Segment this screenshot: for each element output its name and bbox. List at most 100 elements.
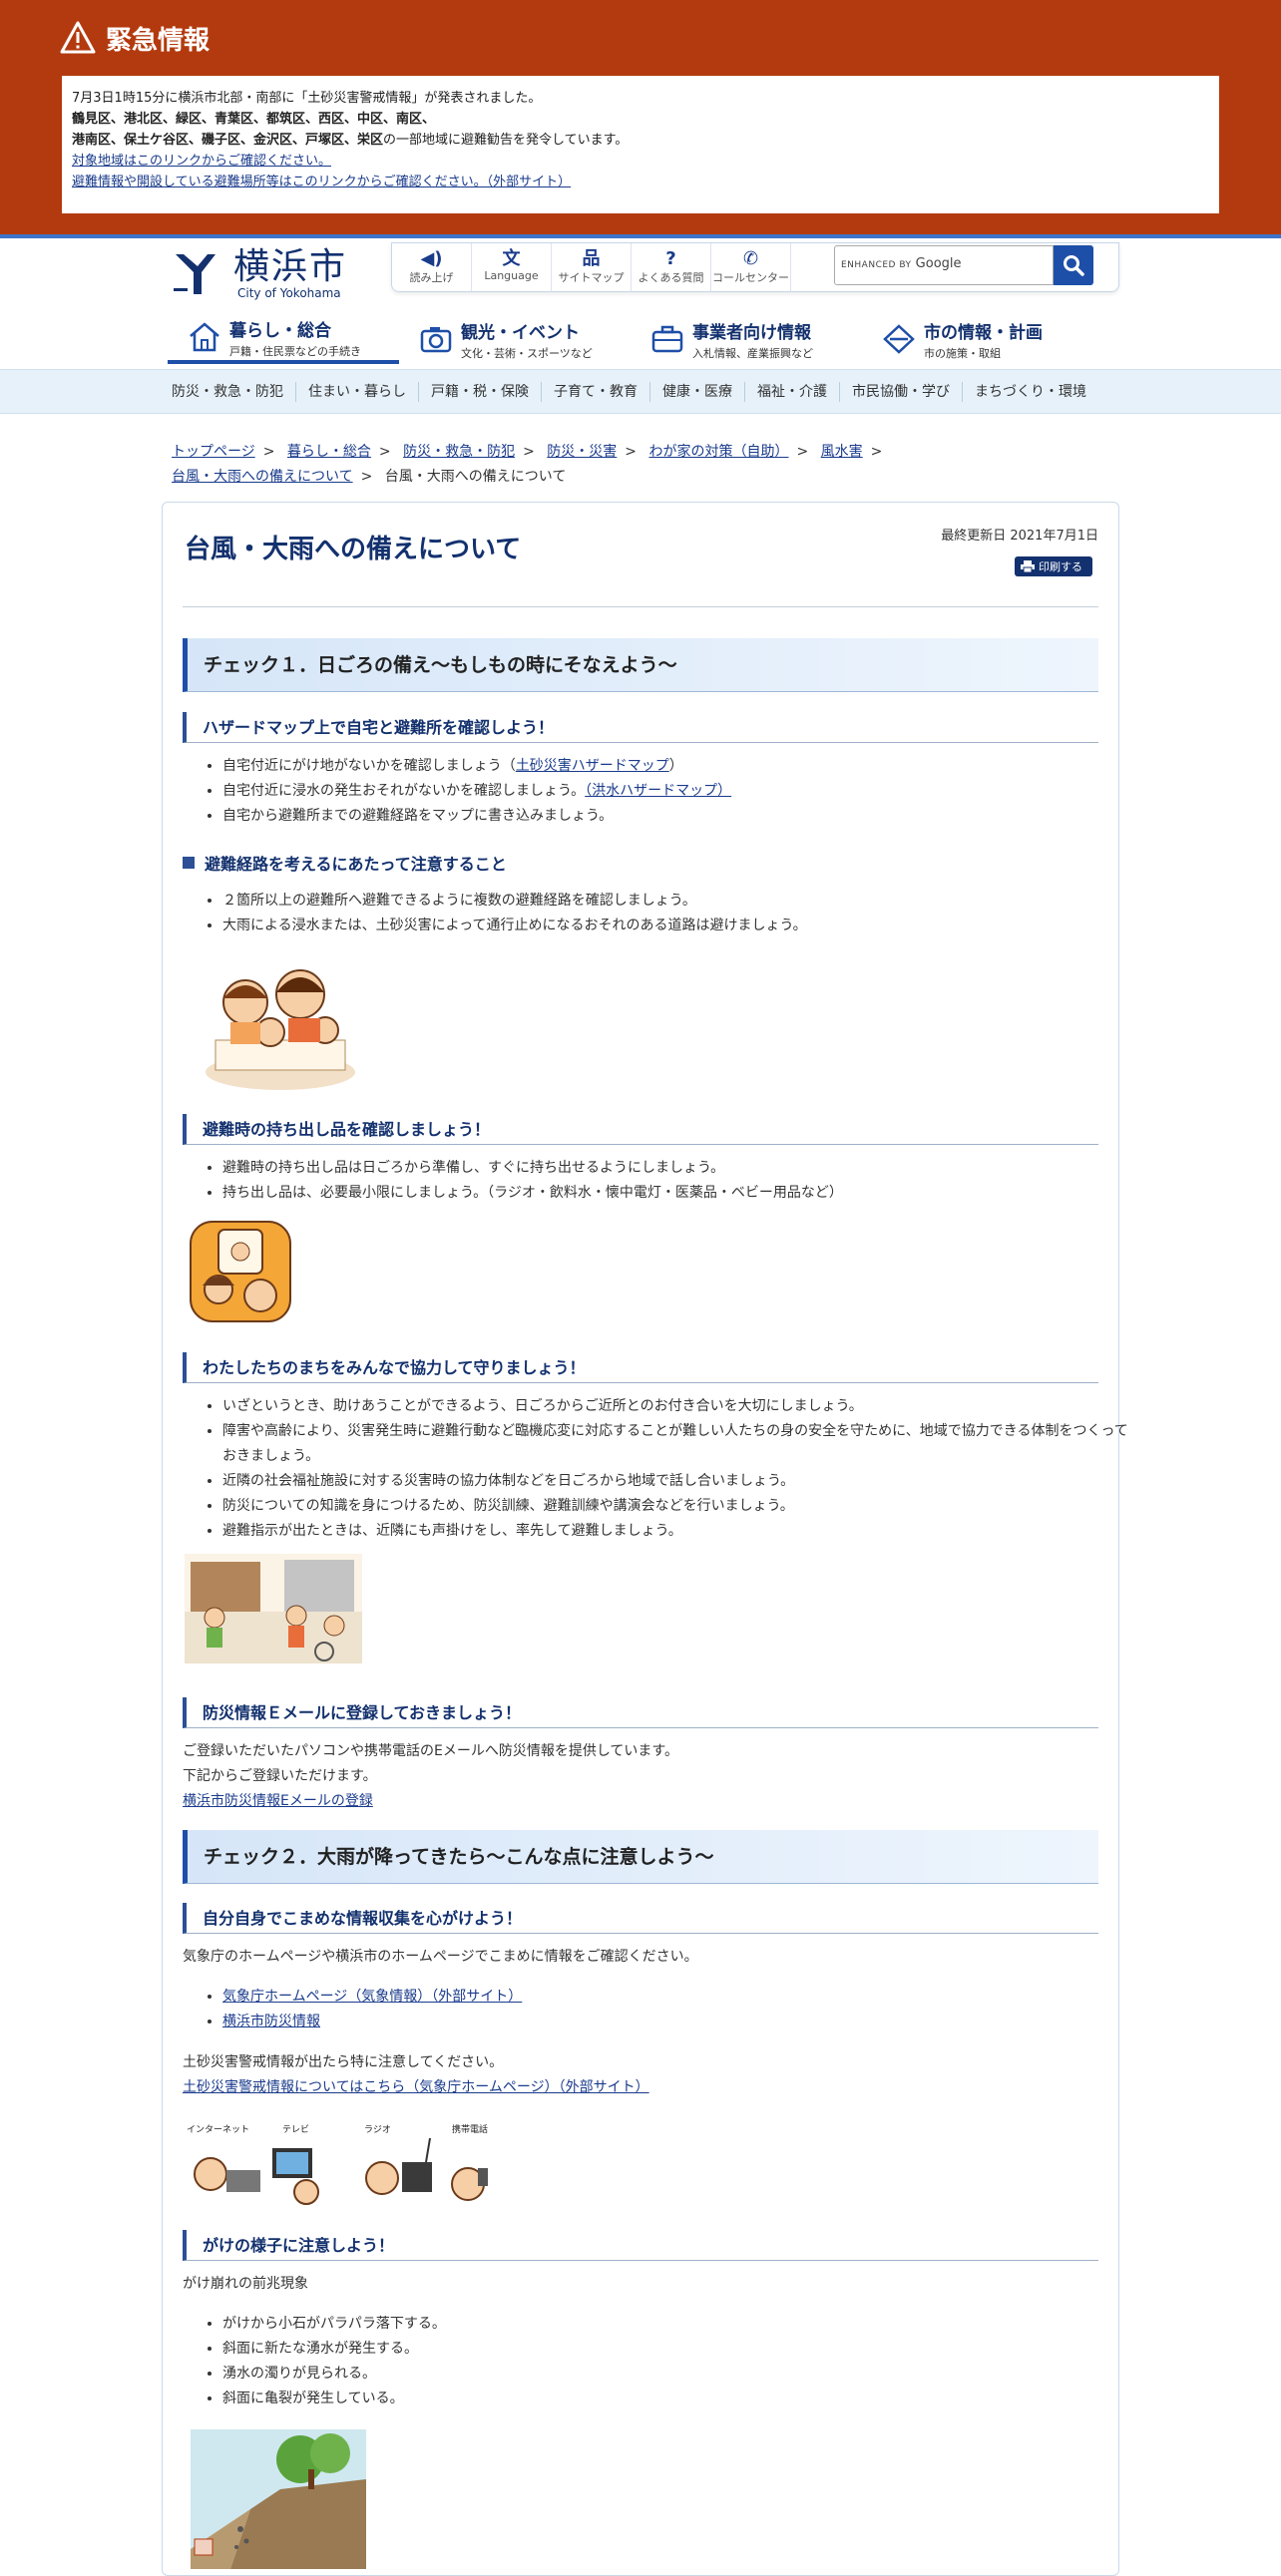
breadcrumb-current: 台風・大雨への備えについて [384,469,567,485]
mainnav-tourism[interactable]: 観光・イベント 文化・芸術・スポーツなど [399,314,631,364]
main-navigation: 暮らし・総合 戸籍・住民票などの手続き 観光・イベント 文化・芸術・スポーツなど 事… [168,314,1093,364]
email-register-text: ご登録いただいたパソコンや携帯電話のEメールへ防災情報を提供しています。 [183,1743,679,1759]
breadcrumb-link[interactable]: 風水害 [821,444,863,460]
community-help-illustration [185,1554,362,1663]
city-logo[interactable]: 横浜市 City of Yokohama [172,248,347,300]
subnav-item[interactable]: 戸籍・税・保険 [419,381,542,402]
media-devices-icon [194,2137,488,2205]
site-search: ENHANCED BY Google [834,245,1093,285]
mainnav-business[interactable]: 事業者向け情報 入札情報、産業振興など [631,314,862,364]
list-item: 気象庁ホームページ（気象情報）（外部サイト） [222,1985,1138,2010]
info-links-list: 気象庁ホームページ（気象情報）（外部サイト） 横浜市防災情報 [222,1985,1138,2034]
sitemap-icon: 品 [582,248,601,269]
breadcrumb-link[interactable]: 暮らし・総合 [287,444,371,460]
mainnav-city-info[interactable]: 市の情報・計画 市の施策・取組 [862,314,1093,364]
search-button[interactable] [1054,245,1093,285]
subnav-item[interactable]: 健康・医療 [650,381,745,402]
tool-call-center[interactable]: ✆ コールセンター [711,243,791,291]
list-item: 持ち出し品は、必要最小限にしましょう。（ラジオ・飲料水・懐中電灯・医薬品・ベビー… [222,1181,1138,1206]
search-input[interactable]: ENHANCED BY Google [834,245,1054,285]
subnav-item[interactable]: 住まい・暮らし [296,381,419,402]
cliff-intro: がけ崩れの前兆現象 [183,2276,308,2292]
search-icon [1064,255,1084,276]
landslide-hazard-map-link[interactable]: 土砂災害ハザードマップ [516,758,669,774]
list-item: 斜面に亀裂が発生している。 [222,2387,1138,2411]
city-icon [883,324,915,354]
carry-items-heading: 避難時の持ち出し品を確認しましょう！ [183,1114,1098,1145]
list-item: 近隣の社会福祉施設に対する災害時の協力体制などを日ごろから地域で話し合いましょう… [222,1469,1138,1494]
list-item: 防災についての知識を身につけるため、防災訓練、避難訓練や講演会などを行いましょう… [222,1494,1138,1519]
breadcrumb-link[interactable]: 防災・災害 [547,444,617,460]
landslide-warning-link[interactable]: 土砂災害警戒情報についてはこちら（気象庁ホームページ）（外部サイト） [183,2079,649,2095]
speaker-icon: ◀) [420,248,443,269]
language-icon: 文 [502,248,521,269]
community-list: いざというとき、助けあうことができるよう、日ごろからご近所とのお付き合いを大切に… [222,1394,1138,1544]
emergency-area-link[interactable]: 対象地域はこのリンクからご確認ください。 [72,154,331,169]
list-item: 避難指示が出たときは、近隣にも声掛けをし、率先して避難しましょう。 [222,1519,1138,1544]
list-item: 自宅付近にがけ地がないかを確認しましょう（土砂災害ハザードマップ） [222,754,1138,779]
list-item: 大雨による浸水または、土砂災害によって通行止めになるおそれのある道路は避けましょ… [222,914,1138,938]
warning-icon [60,21,96,54]
community-heading: わたしたちのまちをみんなで協力して守りましょう！ [183,1352,1098,1383]
list-item: 自宅付近に浸水の発生おそれがないかを確認しましょう。（洪水ハザードマップ） [222,779,1138,804]
hazard-map-list: 自宅付近にがけ地がないかを確認しましょう（土砂災害ハザードマップ） 自宅付近に浸… [222,754,1138,829]
breadcrumb-link[interactable]: 台風・大雨への備えについて [172,469,353,485]
emergency-shelter-link[interactable]: 避難情報や開設している避難場所等はこのリンクからご確認ください。（外部サイト） [72,175,571,189]
camera-icon [420,327,452,353]
flood-hazard-map-link[interactable]: （洪水ハザードマップ） [585,783,731,799]
site-header: 横浜市 City of Yokohama ◀) 読み上げ 文 Language 品サ… [0,234,1281,369]
tool-sitemap[interactable]: 品サイトマップ [552,243,632,291]
list-item: 横浜市防災情報 [222,2010,1138,2034]
last-updated: 最終更新日 2021年7月1日 [941,529,1098,544]
list-item: ２箇所以上の避難所へ避難できるように複数の避難経路を確認しましょう。 [222,889,1138,914]
evacuation-route-list: ２箇所以上の避難所へ避難できるように複数の避難経路を確認しましょう。 大雨による… [222,889,1138,938]
yokohama-disaster-info-link[interactable]: 横浜市防災情報 [222,2014,320,2029]
breadcrumb-link[interactable]: わが家の対策（自助） [648,444,788,460]
square-bullet-icon [183,857,195,869]
check2-heading: チェック２．大雨が降ってきたら～こんな点に注意しよう～ [183,1830,1098,1884]
emergency-message: 7月3日1時15分に横浜市北部・南部に「土砂災害警戒情報」が発表されました。 鶴… [62,76,1219,213]
subnav-item[interactable]: 防災・救急・防犯 [168,381,296,402]
evacuation-route-heading: 避難経路を考えるにあたって注意すること [183,851,1098,875]
jma-link[interactable]: 気象庁ホームページ（気象情報）（外部サイト） [222,1989,522,2005]
tool-faq[interactable]: ? よくある質問 [632,243,711,291]
mainnav-living[interactable]: 暮らし・総合 戸籍・住民票などの手続き [168,314,399,364]
media-illustration: インターネット テレビ ラジオ 携帯電話 [187,2122,506,2212]
hazard-map-heading: ハザードマップ上で自宅と避難所を確認しよう！ [183,712,1098,743]
cliff-heading: がけの様子に注意しよう！ [183,2230,1098,2261]
list-item: 障害や高齢により、災害発生時に避難行動など臨機応変に対応することが難しい人たちの… [222,1419,1138,1469]
tool-language[interactable]: 文 Language [472,243,552,291]
printer-icon [1021,560,1035,572]
phone-icon: ✆ [742,248,759,269]
sub-navigation: 防災・救急・防犯 住まい・暮らし 戸籍・税・保険 子育て・教育 健康・医療 福祉… [0,369,1281,414]
subnav-item[interactable]: まちづくり・環境 [963,382,1098,402]
list-item: 避難時の持ち出し品は日ごろから準備し、すぐに持ち出せるようにしましょう。 [222,1156,1138,1181]
info-gathering-text: 気象庁のホームページや横浜市のホームページでこまめに情報をご確認ください。 [183,1949,698,1965]
list-item: 湧水の濁りが見られる。 [222,2362,1138,2387]
breadcrumb-link[interactable]: トップページ [172,444,255,460]
breadcrumb: トップページ > 暮らし・総合 > 防災・救急・防犯 > 防災・災害 > わが家の対策（… [172,444,883,485]
list-item: いざというとき、助けあうことができるよう、日ごろからご近所とのお付き合いを大切に… [222,1394,1138,1419]
landslide-illustration [191,2429,366,2569]
list-item: 自宅から避難所までの避難経路をマップに書き込みましょう。 [222,804,1138,829]
question-icon: ? [665,248,676,269]
yokohama-logo-icon [174,254,215,294]
cliff-signs-list: がけから小石がパラパラ落下する。 斜面に新たな湧水が発生する。 湧水の濁りが見ら… [222,2312,1138,2411]
email-register-text: 下記からご登録いただけます。 [183,1768,377,1784]
tool-read-aloud[interactable]: ◀) 読み上げ [392,243,472,291]
content-panel: 台風・大雨への備えについて 最終更新日 2021年7月1日 印刷する チェック１… [162,502,1128,2576]
landslide-warning-text: 土砂災害警戒情報が出たら特に注意してください。 [183,2054,504,2070]
briefcase-icon [651,325,683,353]
page-title: 台風・大雨への備えについて [185,535,522,564]
list-item: がけから小石がパラパラ落下する。 [222,2312,1138,2337]
subnav-item[interactable]: 市民協働・学び [840,381,963,402]
subnav-item[interactable]: 福祉・介護 [745,381,840,402]
info-gathering-heading: 自分自身でこまめな情報収集を心がけよう！ [183,1903,1098,1934]
emergency-banner: 緊急情報 7月3日1時15分に横浜市北部・南部に「土砂災害警戒情報」が発表されま… [0,0,1281,234]
email-register-link[interactable]: 横浜市防災情報Eメールの登録 [183,1793,373,1809]
print-button[interactable]: 印刷する [1015,556,1092,576]
check1-heading: チェック１．日ごろの備え～もしもの時にそなえよう～ [183,638,1098,692]
subnav-item[interactable]: 子育て・教育 [542,381,650,402]
breadcrumb-link[interactable]: 防災・救急・防犯 [403,444,515,460]
family-map-illustration [206,969,355,1090]
